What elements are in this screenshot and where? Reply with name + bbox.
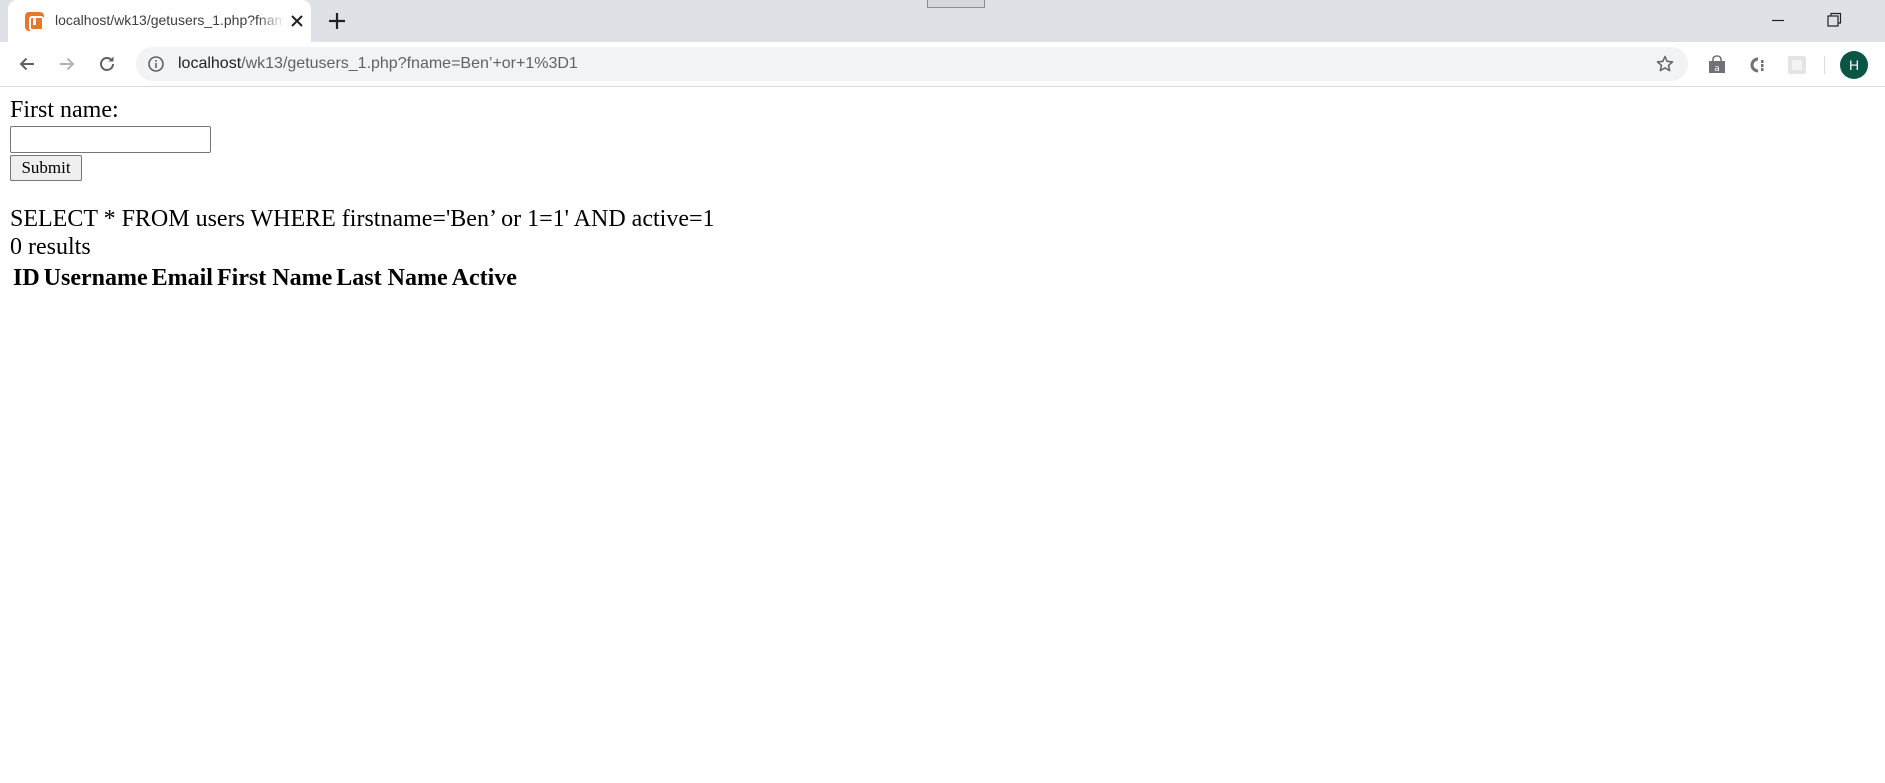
column-header-first-name: First Name [216,265,333,291]
xampp-favicon-icon [25,12,44,31]
reload-icon[interactable] [94,51,120,77]
restore-window-icon[interactable] [1823,9,1845,31]
profile-avatar[interactable]: H [1840,51,1868,79]
window-drag-handle[interactable] [927,0,985,8]
svg-text:a: a [1714,64,1720,74]
minimize-icon[interactable] [1767,9,1789,31]
back-arrow-icon[interactable] [14,51,40,77]
results-count: 0 results [10,234,91,260]
column-header-id: ID [13,265,40,291]
address-bar[interactable]: localhost/wk13/getusers_1.php?fname=Ben’… [136,47,1688,81]
column-header-username: Username [43,265,148,291]
column-header-last-name: Last Name [336,265,448,291]
page-content: First name: Submit SELECT * FROM users W… [0,88,1885,783]
tab-strip: localhost/wk13/getusers_1.php?fname=Ben'… [0,0,1885,42]
first-name-input[interactable] [10,126,211,153]
new-tab-icon[interactable] [325,9,349,33]
url-path: /wk13/getusers_1.php?fname=Ben’+or+1%3D1 [241,55,578,72]
column-header-email: Email [151,265,213,291]
browser-tab[interactable]: localhost/wk13/getusers_1.php?fname=Ben'… [8,0,311,42]
users-table: ID Username Email First Name Last Name A… [10,262,520,295]
column-header-active: Active [451,265,517,291]
shopping-bag-extension-icon[interactable]: a [1706,54,1728,76]
close-tab-icon[interactable] [287,11,307,31]
bookmark-star-icon[interactable] [1655,54,1675,74]
disabled-extension-icon[interactable] [1786,54,1808,76]
coupon-extension-icon[interactable] [1746,54,1768,76]
toolbar-separator [1824,56,1825,74]
submit-button[interactable]: Submit [10,155,82,181]
tab-title: localhost/wk13/getusers_1.php?fname=Ben'… [55,12,285,28]
site-info-icon[interactable] [147,55,165,73]
url-host: localhost [178,55,242,72]
forward-arrow-icon[interactable] [54,51,80,77]
url-text: localhost/wk13/getusers_1.php?fname=Ben’… [178,55,578,73]
sql-query-text: SELECT * FROM users WHERE firstname='Ben… [10,206,715,232]
table-header-row: ID Username Email First Name Last Name A… [12,264,518,293]
first-name-label: First name: [10,97,119,123]
browser-toolbar: localhost/wk13/getusers_1.php?fname=Ben’… [0,42,1885,87]
